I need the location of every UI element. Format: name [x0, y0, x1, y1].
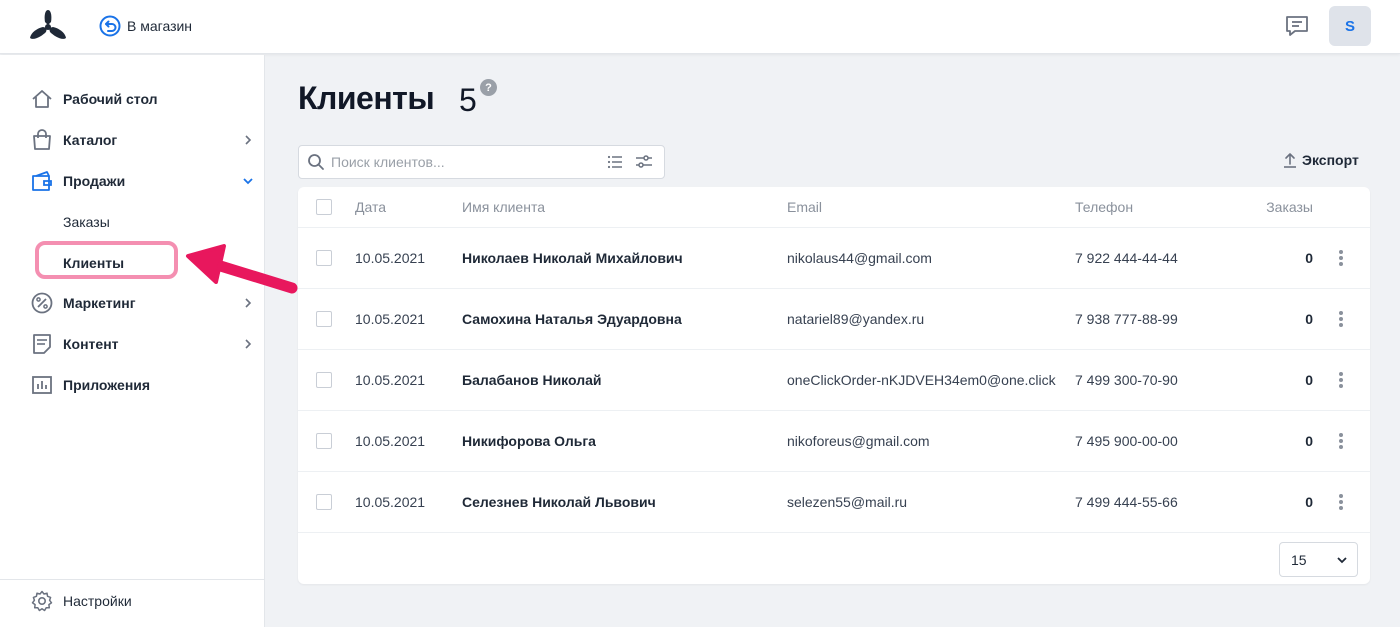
row-orders: 0 [1305, 250, 1313, 266]
sidebar-item-label: Приложения [63, 377, 151, 393]
row-date: 10.05.2021 [355, 372, 426, 388]
back-to-store-label: В магазин [127, 18, 193, 34]
row-checkbox[interactable] [316, 433, 332, 449]
row-client-name[interactable]: Селезнев Николай Львович [462, 494, 656, 510]
sidebar-item-sales[interactable]: Продажи [0, 161, 265, 201]
sidebar-subitem-orders[interactable]: Заказы [63, 214, 110, 230]
wallet-icon [32, 171, 52, 191]
table-row[interactable]: 10.05.2021 Николаев Николай Михайлович n… [298, 228, 1370, 289]
column-header-name[interactable]: Имя клиента [462, 199, 545, 215]
user-avatar[interactable]: S [1329, 6, 1371, 46]
sidebar-item-catalog[interactable]: Каталог [0, 120, 265, 160]
document-icon [33, 334, 51, 354]
annotation-arrow-icon [186, 244, 298, 294]
row-orders: 0 [1305, 494, 1313, 510]
page-title: Клиенты [298, 80, 435, 116]
column-header-orders[interactable]: Заказы [1266, 199, 1313, 215]
table-row[interactable]: 10.05.2021 Никифорова Ольга nikoforeus@g… [298, 411, 1370, 472]
row-email: selezen55@mail.ru [787, 494, 908, 510]
table-row[interactable]: 10.05.2021 Селезнев Николай Львович sele… [298, 472, 1370, 533]
sidebar-item-apps[interactable]: Приложения [0, 365, 265, 405]
column-header-phone[interactable]: Телефон [1075, 199, 1133, 215]
row-client-name[interactable]: Балабанов Николай [462, 372, 602, 388]
chat-icon[interactable] [1284, 14, 1310, 38]
search-box [298, 145, 665, 179]
back-to-store-link[interactable]: В магазин [99, 15, 192, 37]
upload-icon [1284, 153, 1296, 168]
row-phone: 7 495 900-00-00 [1075, 433, 1178, 449]
sidebar-item-label: Рабочий стол [63, 91, 158, 107]
row-menu-icon[interactable] [1337, 431, 1345, 451]
back-arrow-icon [99, 15, 121, 37]
chevron-down-icon [1337, 557, 1347, 564]
logo-icon[interactable] [28, 8, 68, 44]
sidebar-item-label: Маркетинг [63, 295, 136, 311]
row-client-name[interactable]: Самохина Наталья Эдуардовна [462, 311, 682, 327]
sidebar-item-label: Настройки [63, 593, 132, 609]
list-view-icon[interactable] [607, 154, 623, 170]
row-client-name[interactable]: Николаев Николай Михайлович [462, 250, 683, 266]
row-menu-icon[interactable] [1337, 248, 1345, 268]
sidebar-item-label: Каталог [63, 132, 118, 148]
client-count: 5 [459, 82, 477, 118]
column-header-date[interactable]: Дата [355, 199, 386, 215]
sidebar-item-settings[interactable]: Настройки [0, 581, 265, 621]
row-orders: 0 [1305, 433, 1313, 449]
row-phone: 7 922 444-44-44 [1075, 250, 1178, 266]
per-page-select[interactable]: 15 [1279, 542, 1358, 577]
sidebar-item-label: Продажи [63, 173, 126, 189]
search-input[interactable] [331, 152, 591, 172]
clients-table: Дата Имя клиента Email Телефон Заказы 10… [298, 187, 1370, 584]
table-header-row: Дата Имя клиента Email Телефон Заказы [298, 187, 1370, 228]
row-email: nikolaus44@gmail.com [787, 250, 932, 266]
row-client-name[interactable]: Никифорова Ольга [462, 433, 596, 449]
home-icon [32, 90, 52, 108]
row-phone: 7 499 300-70-90 [1075, 372, 1178, 388]
sidebar-item-dashboard[interactable]: Рабочий стол [0, 79, 265, 119]
search-icon [308, 154, 324, 170]
row-date: 10.05.2021 [355, 494, 426, 510]
sidebar-item-label: Контент [63, 336, 119, 352]
shopping-bag-icon [33, 129, 51, 150]
row-email: nikoforeus@gmail.com [787, 433, 930, 449]
row-checkbox[interactable] [316, 250, 332, 266]
row-phone: 7 938 777-88-99 [1075, 311, 1178, 327]
select-all-checkbox[interactable] [316, 199, 332, 215]
table-row[interactable]: 10.05.2021 Балабанов Николай oneClickOrd… [298, 350, 1370, 411]
row-checkbox[interactable] [316, 494, 332, 510]
row-checkbox[interactable] [316, 372, 332, 388]
row-date: 10.05.2021 [355, 250, 426, 266]
row-date: 10.05.2021 [355, 311, 426, 327]
table-row[interactable]: 10.05.2021 Самохина Наталья Эдуардовна n… [298, 289, 1370, 350]
gear-icon [31, 590, 53, 612]
row-phone: 7 499 444-55-66 [1075, 494, 1178, 510]
per-page-value: 15 [1291, 552, 1307, 568]
filter-sliders-icon[interactable] [635, 154, 653, 170]
column-header-email[interactable]: Email [787, 199, 822, 215]
sidebar: Рабочий стол Каталог Продажи Заказы Клие… [0, 55, 265, 627]
bar-chart-icon [32, 376, 52, 394]
top-bar: В магазин S [0, 0, 1400, 54]
row-orders: 0 [1305, 372, 1313, 388]
percent-icon [31, 292, 53, 314]
chevron-down-icon [243, 178, 253, 185]
row-menu-icon[interactable] [1337, 492, 1345, 512]
chevron-right-icon [245, 339, 252, 349]
export-label: Экспорт [1302, 152, 1359, 168]
sidebar-subitem-clients[interactable]: Клиенты [63, 255, 124, 271]
row-menu-icon[interactable] [1337, 370, 1345, 390]
row-menu-icon[interactable] [1337, 309, 1345, 329]
sidebar-item-content[interactable]: Контент [0, 324, 265, 364]
row-checkbox[interactable] [316, 311, 332, 327]
help-icon[interactable]: ? [480, 79, 497, 96]
sidebar-divider [0, 579, 265, 580]
row-email: natariel89@yandex.ru [787, 311, 925, 327]
export-button[interactable]: Экспорт [1283, 152, 1359, 168]
row-email: oneClickOrder-nKJDVEH34em0@one.click [787, 372, 1056, 388]
chevron-right-icon [245, 135, 252, 145]
row-orders: 0 [1305, 311, 1313, 327]
row-date: 10.05.2021 [355, 433, 426, 449]
